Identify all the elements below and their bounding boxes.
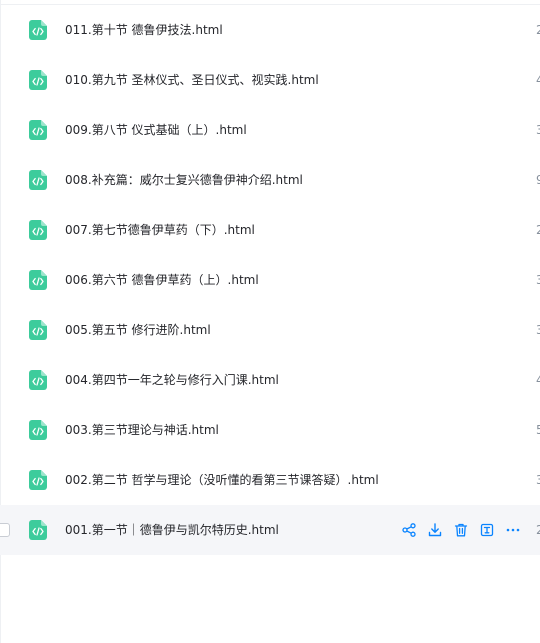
file-name[interactable]: 008.补充篇：威尔士复兴德鲁伊神介绍.html (65, 171, 303, 189)
file-size: 4 (536, 373, 540, 387)
row-checkbox[interactable] (0, 523, 10, 537)
rename-icon[interactable] (478, 521, 496, 539)
file-size: 3 (536, 123, 540, 137)
html-file-icon (29, 320, 47, 340)
file-size: 2 (536, 523, 540, 537)
file-name[interactable]: 004.第四节一年之轮与修行入门课.html (65, 371, 279, 389)
file-name[interactable]: 007.第七节德鲁伊草药（下）.html (65, 221, 255, 239)
row-actions (400, 521, 530, 539)
file-size: 4 (536, 73, 540, 87)
delete-icon[interactable] (452, 521, 470, 539)
html-file-icon (29, 170, 47, 190)
file-row[interactable]: 009.第八节 仪式基础（上）.html 3 (0, 105, 540, 155)
file-row[interactable]: 004.第四节一年之轮与修行入门课.html 4 (0, 355, 540, 405)
file-size: 2 (536, 223, 540, 237)
html-file-icon (29, 120, 47, 140)
html-file-icon (29, 70, 47, 90)
file-name[interactable]: 009.第八节 仪式基础（上）.html (65, 121, 247, 139)
file-row[interactable]: 002.第二节 哲学与理论（没听懂的看第三节课答疑）.html 3 (0, 455, 540, 505)
file-name[interactable]: 011.第十节 德鲁伊技法.html (65, 21, 223, 39)
html-file-icon (29, 520, 47, 540)
file-size: 3 (536, 473, 540, 487)
file-size: 2 (536, 23, 540, 37)
html-file-icon (29, 370, 47, 390)
html-file-icon (29, 220, 47, 240)
html-file-icon (29, 270, 47, 290)
file-row[interactable]: 011.第十节 德鲁伊技法.html 2 (0, 5, 540, 55)
file-row[interactable]: 001.第一节｜德鲁伊与凯尔特历史.html 2 (0, 505, 540, 555)
file-row[interactable]: 010.第九节 圣林仪式、圣日仪式、视实践.html 4 (0, 55, 540, 105)
file-row[interactable]: 003.第三节理论与神话.html 5 (0, 405, 540, 455)
file-size: 5 (536, 423, 540, 437)
file-size: 3 (536, 273, 540, 287)
file-size: 3 (536, 323, 540, 337)
file-row[interactable]: 006.第六节 德鲁伊草药（上）.html 3 (0, 255, 540, 305)
share-icon[interactable] (400, 521, 418, 539)
file-size: 9 (536, 173, 540, 187)
more-icon[interactable] (504, 521, 522, 539)
html-file-icon (29, 20, 47, 40)
file-name[interactable]: 010.第九节 圣林仪式、圣日仪式、视实践.html (65, 71, 319, 89)
file-list: 011.第十节 德鲁伊技法.html 2 010.第九节 圣林仪式、圣日仪式、视… (0, 5, 540, 555)
file-name[interactable]: 006.第六节 德鲁伊草药（上）.html (65, 271, 259, 289)
file-name[interactable]: 005.第五节 修行进阶.html (65, 321, 211, 339)
html-file-icon (29, 420, 47, 440)
file-row[interactable]: 005.第五节 修行进阶.html 3 (0, 305, 540, 355)
file-name[interactable]: 001.第一节｜德鲁伊与凯尔特历史.html (65, 521, 279, 539)
file-name[interactable]: 002.第二节 哲学与理论（没听懂的看第三节课答疑）.html (65, 471, 379, 489)
file-row[interactable]: 008.补充篇：威尔士复兴德鲁伊神介绍.html 9 (0, 155, 540, 205)
file-name[interactable]: 003.第三节理论与神话.html (65, 421, 219, 439)
html-file-icon (29, 470, 47, 490)
download-icon[interactable] (426, 521, 444, 539)
file-row[interactable]: 007.第七节德鲁伊草药（下）.html 2 (0, 205, 540, 255)
